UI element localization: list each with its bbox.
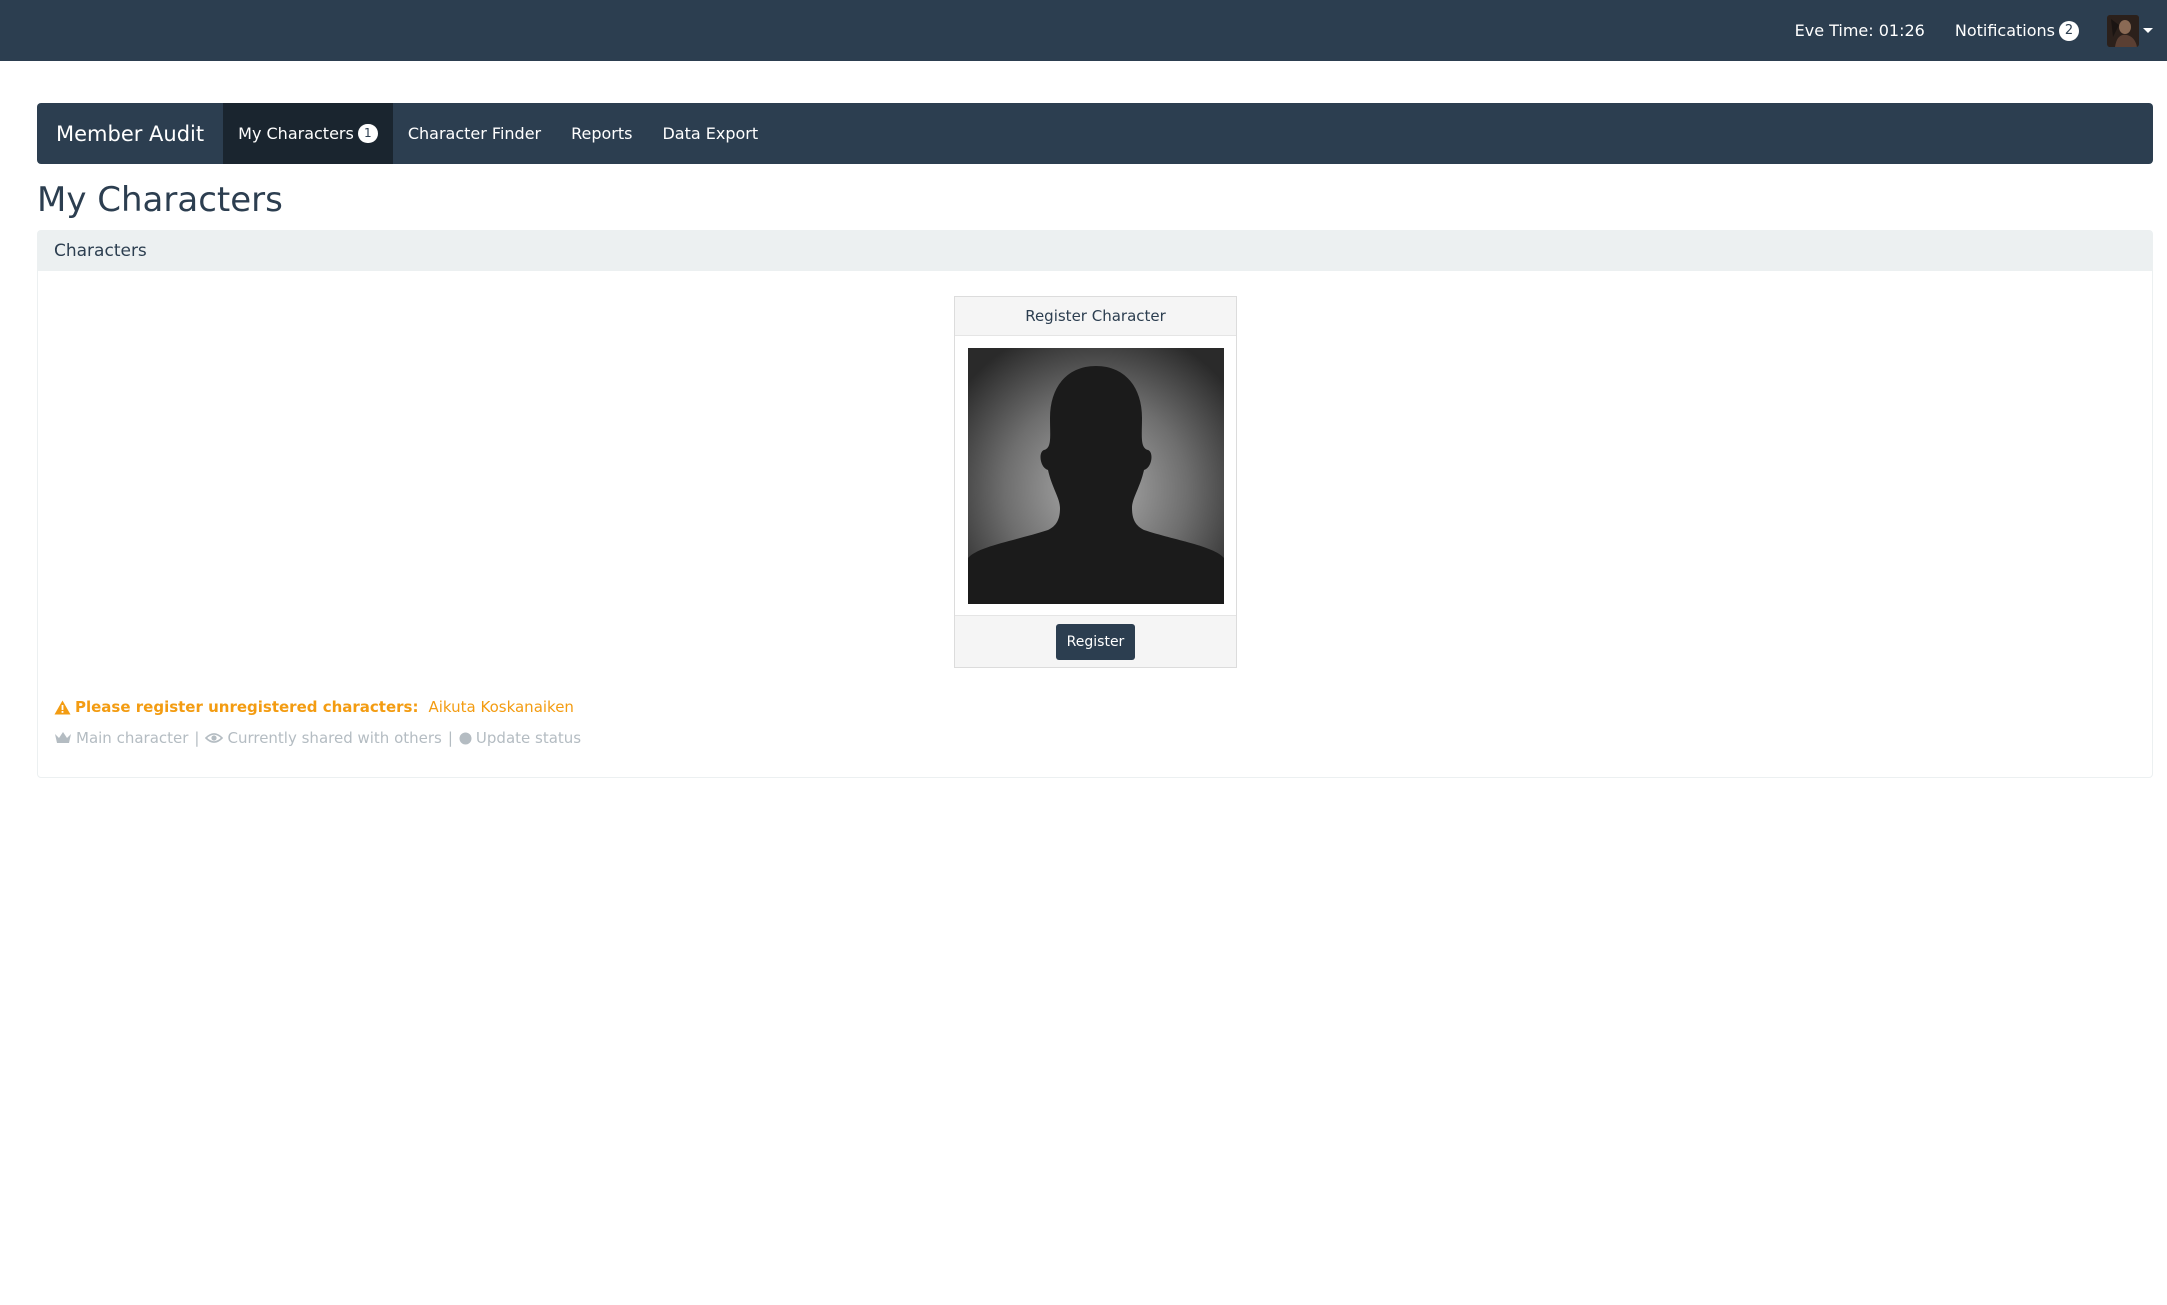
eye-icon <box>205 732 224 744</box>
register-button[interactable]: Register <box>1055 623 1136 660</box>
warning-text: Please register unregistered characters: <box>75 698 419 716</box>
nav-my-characters[interactable]: My Characters 1 <box>223 103 393 164</box>
eve-time: Eve Time: 01:26 <box>1794 21 1925 40</box>
legend-shared: Currently shared with others <box>227 729 442 747</box>
user-menu-toggle[interactable] <box>2107 14 2153 47</box>
legend: Main character | Currently shared with o… <box>54 729 581 747</box>
character-portrait-placeholder <box>968 348 1224 604</box>
notifications-link[interactable]: Notifications 2 <box>1954 20 2079 41</box>
notifications-label: Notifications <box>1954 21 2055 40</box>
circle-icon <box>459 732 472 745</box>
nav-reports[interactable]: Reports <box>556 103 647 164</box>
user-avatar-icon <box>2107 14 2139 47</box>
register-card-title: Register Character <box>955 297 1236 336</box>
register-card-footer: Register <box>955 615 1236 667</box>
characters-panel: Characters Register Character Register P… <box>37 230 2153 778</box>
silhouette-icon <box>968 348 1224 604</box>
crown-icon <box>54 731 72 745</box>
warning-icon <box>54 700 71 714</box>
nav-data-export[interactable]: Data Export <box>647 103 773 164</box>
legend-separator: | <box>194 729 200 747</box>
top-navbar-right: Eve Time: 01:26 Notifications 2 <box>1795 0 2153 61</box>
panel-heading: Characters <box>38 231 2152 271</box>
nav-character-finder[interactable]: Character Finder <box>393 103 556 164</box>
notifications-badge: 2 <box>2059 20 2079 41</box>
app-brand[interactable]: Member Audit <box>37 103 223 164</box>
unregistered-warning: Please register unregistered characters:… <box>54 698 574 716</box>
legend-main-character: Main character <box>76 729 189 747</box>
top-navbar: Eve Time: 01:26 Notifications 2 <box>0 0 2167 61</box>
chevron-down-icon <box>2143 28 2153 33</box>
nav-my-characters-label: My Characters <box>238 124 354 143</box>
register-character-card: Register Character Register <box>954 296 1237 668</box>
page-title: My Characters <box>37 180 283 220</box>
app-navbar: Member Audit My Characters 1 Character F… <box>37 103 2153 164</box>
nav-my-characters-badge: 1 <box>357 124 378 143</box>
unregistered-character-link[interactable]: Aikuta Koskanaiken <box>428 698 573 716</box>
legend-update-status: Update status <box>475 729 582 747</box>
legend-separator: | <box>447 729 453 747</box>
